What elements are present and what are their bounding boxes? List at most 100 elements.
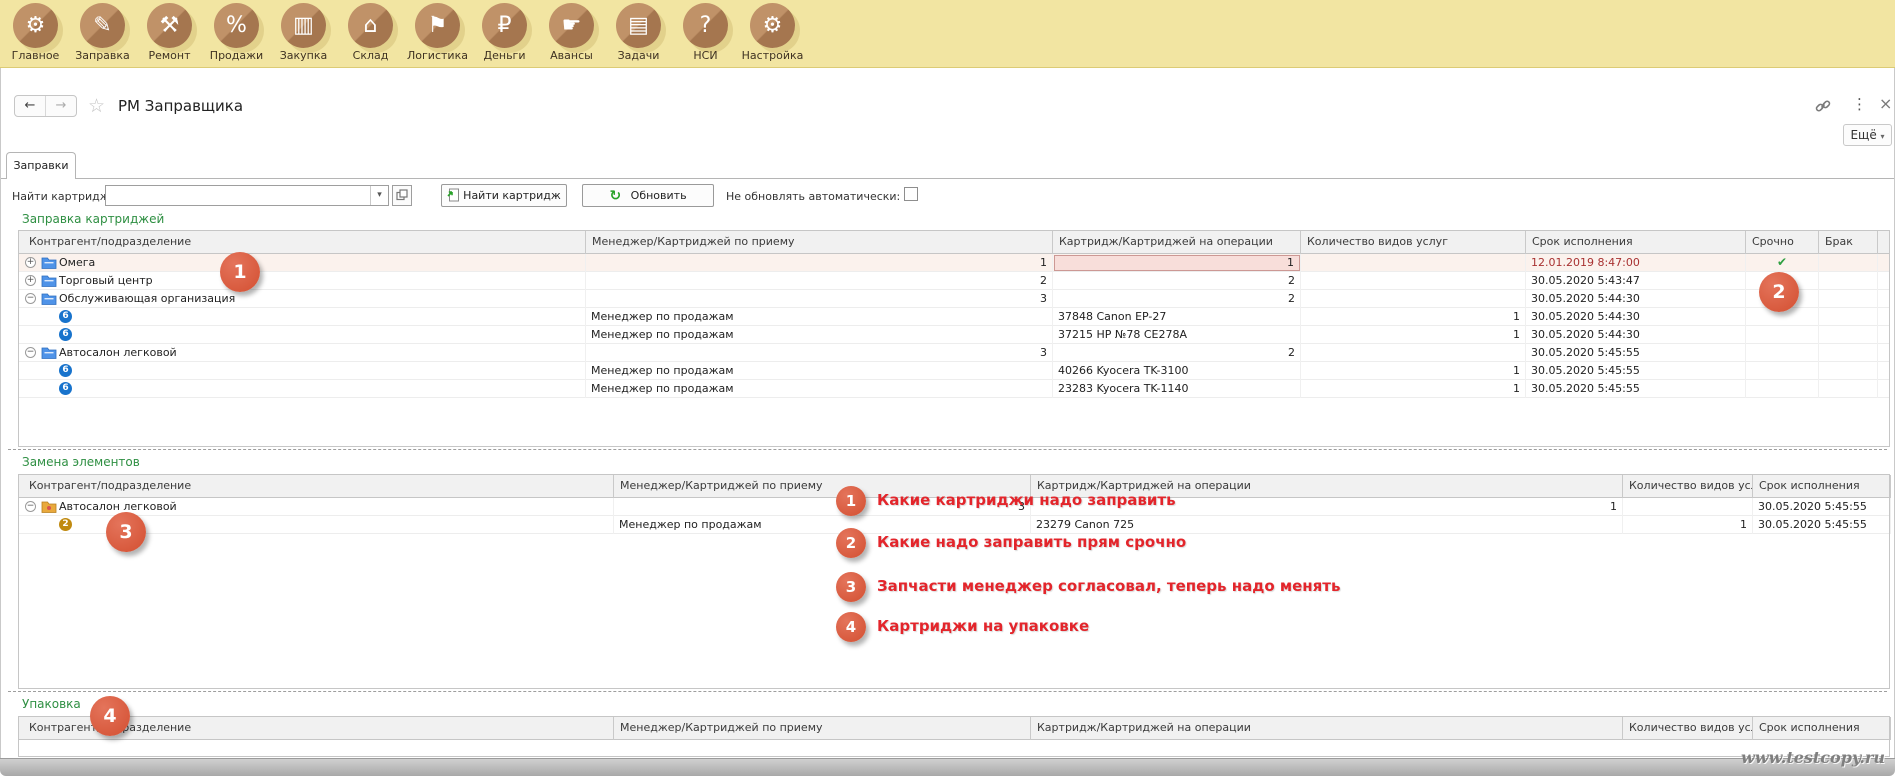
- status-badge: 6: [59, 364, 72, 377]
- column-header[interactable]: Срочно: [1746, 231, 1819, 254]
- toolbar-item-reference-book[interactable]: ?НСИ: [672, 0, 739, 67]
- app-sections-toolbar: ⚙Главное✎Заправка⚒Ремонт%Продажи▥Закупка…: [0, 0, 1895, 68]
- refresh-button[interactable]: ↻ Обновить: [582, 184, 714, 207]
- contractor-name: Автосалон легковой: [59, 344, 177, 362]
- blue-folder-icon: [41, 292, 57, 305]
- toolbar-item-refill-pen[interactable]: ✎Заправка: [69, 0, 136, 67]
- toolbar-item-hand-coin[interactable]: ☛Авансы: [538, 0, 605, 67]
- cell: [1746, 308, 1819, 326]
- cell: [1301, 254, 1526, 272]
- column-header[interactable]: Брак: [1819, 231, 1878, 254]
- toolbar-item-settings-gear[interactable]: ⚙Настройка: [739, 0, 806, 67]
- section-splitter[interactable]: [8, 449, 1887, 450]
- back-button[interactable]: ←: [15, 96, 46, 116]
- table-row[interactable]: −Обслуживающая организация3230.05.2020 5…: [19, 290, 1889, 308]
- collapse-icon[interactable]: −: [25, 347, 36, 358]
- cell: [1819, 380, 1878, 398]
- cell: [1301, 290, 1526, 308]
- expand-icon[interactable]: +: [25, 257, 36, 268]
- section-splitter[interactable]: [8, 691, 1887, 692]
- table-row[interactable]: 6Менеджер по продажам37215 HP №78 CE278A…: [19, 326, 1889, 344]
- cell-value: 23279 Canon 725: [1031, 516, 1623, 534]
- column-header[interactable]: Количество видов услуг: [1301, 231, 1526, 254]
- column-header[interactable]: Картридж/Картриджей на операции: [1053, 231, 1301, 254]
- table-row[interactable]: +Торговый центр2230.05.2020 5:43:47: [19, 272, 1889, 290]
- refill-grid: Контрагент/подразделениеМенеджер/Картрид…: [18, 230, 1890, 447]
- forward-button[interactable]: →: [46, 96, 76, 116]
- cell-value: 30.05.2020 5:44:30: [1526, 290, 1746, 308]
- toolbar-item-task-list[interactable]: ▤Задачи: [605, 0, 672, 67]
- cell: [1746, 272, 1819, 290]
- column-header[interactable]: Срок исполнения: [1526, 231, 1746, 254]
- warehouse-icon: ⌂: [348, 3, 393, 48]
- find-cartridge-button-label: Найти картридж: [463, 189, 561, 202]
- cell-value: 1: [1301, 308, 1526, 326]
- toolbar-item-tools[interactable]: ⚒Ремонт: [136, 0, 203, 67]
- cell: [1819, 344, 1878, 362]
- table-row[interactable]: 6Менеджер по продажам40266 Kyocera TK-31…: [19, 362, 1889, 380]
- task-list-icon: ▤: [616, 3, 661, 48]
- combo-dropdown-icon[interactable]: ▾: [370, 186, 388, 205]
- cell: [1819, 308, 1878, 326]
- chevron-down-icon: ▾: [1881, 132, 1885, 141]
- table-row[interactable]: 6Менеджер по продажам23283 Kyocera TK-11…: [19, 380, 1889, 398]
- cell-value: 3: [614, 498, 1031, 516]
- cell-value: 30.05.2020 5:45:55: [1753, 498, 1891, 516]
- column-header[interactable]: Менеджер/Картриджей по приему: [614, 717, 1031, 740]
- cell: [1301, 344, 1526, 362]
- table-row[interactable]: −Автосалон легковой3230.05.2020 5:45:55: [19, 344, 1889, 362]
- toolbar-item-hand-truck[interactable]: ▥Закупка: [270, 0, 337, 67]
- cell-value: ✔: [1746, 254, 1819, 272]
- table-row[interactable]: −Автосалон легковой3130.05.2020 5:45:55: [19, 498, 1889, 516]
- cell-value: 30.05.2020 5:44:30: [1526, 308, 1746, 326]
- favorite-star-icon[interactable]: ☆: [88, 95, 105, 117]
- tab-zapravki[interactable]: Заправки: [6, 152, 76, 179]
- table-row[interactable]: 2Менеджер по продажам23279 Canon 725130.…: [19, 516, 1889, 534]
- menu-dots-icon[interactable]: ⋮: [1852, 95, 1867, 113]
- map-pin-icon: ⚑: [415, 3, 460, 48]
- cell-value: 37215 HP №78 CE278A: [1053, 326, 1301, 344]
- toolbar-item-label: НСИ: [672, 49, 739, 62]
- collapse-icon[interactable]: −: [25, 501, 36, 512]
- column-header[interactable]: Менеджер/Картриджей по приему: [586, 231, 1053, 254]
- cell: [1746, 290, 1819, 308]
- contractor-name: Торговый центр: [59, 272, 153, 290]
- toolbar-item-warehouse[interactable]: ⌂Склад: [337, 0, 404, 67]
- column-header[interactable]: Контрагент/подразделение: [23, 231, 586, 254]
- column-header[interactable]: Картридж/Картриджей на операции: [1031, 475, 1623, 498]
- open-list-icon[interactable]: [392, 185, 412, 206]
- cell-value: 1: [1031, 498, 1623, 516]
- find-cartridge-button[interactable]: Найти картридж: [441, 184, 567, 207]
- nav-history-group: ← →: [14, 95, 77, 117]
- copy-link-icon[interactable]: [1814, 97, 1832, 118]
- column-header[interactable]: Контрагент/подразделение: [23, 717, 614, 740]
- cell: [23, 326, 586, 344]
- column-header[interactable]: Количество видов услуг: [1623, 717, 1753, 740]
- more-button[interactable]: Ещё ▾: [1843, 124, 1892, 146]
- toolbar-item-map-pin[interactable]: ⚑Логистика: [404, 0, 471, 67]
- toolbar-item-sale-person[interactable]: %Продажи: [203, 0, 270, 67]
- close-icon[interactable]: ×: [1879, 94, 1892, 113]
- toolbar-item-gears[interactable]: ⚙Главное: [2, 0, 69, 67]
- cell-value: 37848 Canon EP-27: [1053, 308, 1301, 326]
- cell-value: 2: [1053, 344, 1301, 362]
- column-header[interactable]: Контрагент/подразделение: [23, 475, 614, 498]
- cell-value: 2: [1053, 272, 1301, 290]
- column-header[interactable]: Менеджер/Картриджей по приему: [614, 475, 1031, 498]
- tools-icon: ⚒: [147, 3, 192, 48]
- column-header[interactable]: Количество видов услуг: [1623, 475, 1753, 498]
- find-cartridge-input[interactable]: ▾: [105, 185, 389, 206]
- table-row[interactable]: +Омега1112.01.2019 8:47:00✔: [19, 254, 1889, 272]
- no-autorefresh-checkbox[interactable]: [904, 187, 918, 201]
- collapse-icon[interactable]: −: [25, 293, 36, 304]
- sale-person-icon: %: [214, 3, 259, 48]
- column-header[interactable]: Срок исполнения: [1753, 717, 1891, 740]
- expand-icon[interactable]: +: [25, 275, 36, 286]
- toolbar-item-money-bag[interactable]: ₽Деньги: [471, 0, 538, 67]
- table-row[interactable]: 6Менеджер по продажам37848 Canon EP-2713…: [19, 308, 1889, 326]
- cell: [1819, 326, 1878, 344]
- hand-coin-icon: ☛: [549, 3, 594, 48]
- column-header[interactable]: Картридж/Картриджей на операции: [1031, 717, 1623, 740]
- cell: [1819, 290, 1878, 308]
- column-header[interactable]: Срок исполнения: [1753, 475, 1891, 498]
